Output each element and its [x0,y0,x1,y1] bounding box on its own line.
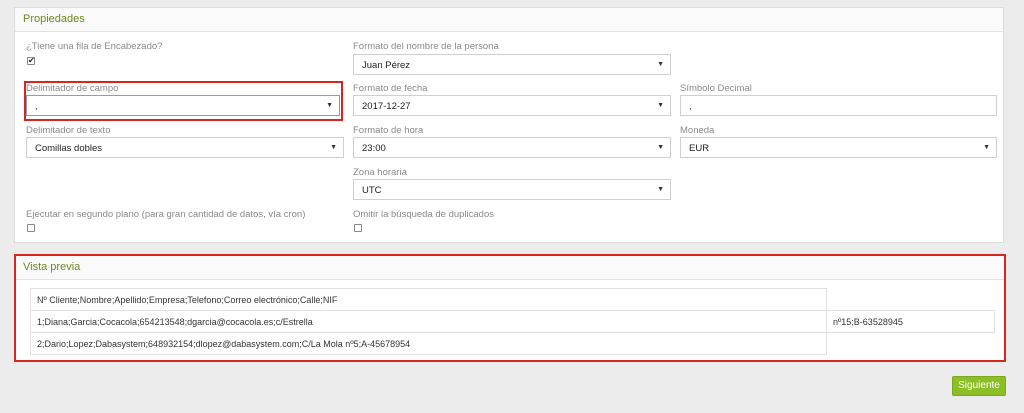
field-delimiter-highlight [24,81,343,121]
date-format-value: 2017-12-27 [362,101,411,112]
properties-title: Propiedades [15,8,1003,32]
time-format-value: 23:00 [362,143,386,154]
currency-select[interactable]: EUR ▼ [680,137,997,158]
timezone-select[interactable]: UTC ▼ [353,179,671,200]
currency-label: Moneda [680,125,715,136]
decimal-symbol-input[interactable]: , [680,95,997,116]
table-row: 2;Dario;Lopez;Dabasystem;648932154;dlope… [30,332,995,355]
text-delimiter-select[interactable]: Comillas dobles ▼ [26,137,344,158]
preview-panel: Vista previa Nº Cliente;Nombre;Apellido;… [14,254,1006,362]
skip-duplicates-label: Omitir la búsqueda de duplicados [353,209,495,220]
properties-panel: Propiedades ¿Tiene una fila de Encabezad… [14,7,1004,243]
chevron-down-icon: ▼ [983,144,990,151]
chevron-down-icon: ▼ [657,186,664,193]
table-cell [827,289,995,311]
text-delimiter-label: Delimitador de texto [26,125,111,136]
name-format-value: Juan Pérez [362,60,411,71]
table-row: 1;Diana;Garcia;Cocacola;654213548;dgarci… [30,310,995,333]
name-format-label: Formato del nombre de la persona [353,41,499,52]
table-row: Nº Cliente;Nombre;Apellido;Empresa;Telef… [30,288,995,311]
time-format-select[interactable]: 23:00 ▼ [353,137,671,158]
timezone-value: UTC [362,185,382,196]
table-cell: 2;Dario;Lopez;Dabasystem;648932154;dlope… [30,332,827,355]
skip-duplicates-checkbox[interactable] [354,224,362,232]
table-cell [827,333,995,355]
header-row-checkbox[interactable] [27,55,35,67]
next-button[interactable]: Siguiente [952,376,1006,396]
decimal-symbol-label: Símbolo Decimal [680,83,752,94]
table-cell: Nº Cliente;Nombre;Apellido;Empresa;Telef… [30,288,827,311]
text-delimiter-value: Comillas dobles [35,143,103,154]
table-cell: 1;Diana;Garcia;Cocacola;654213548;dgarci… [30,310,827,333]
preview-title: Vista previa [16,256,1004,280]
chevron-down-icon: ▼ [657,144,664,151]
chevron-down-icon: ▼ [657,61,664,68]
decimal-symbol-value: , [689,101,692,112]
currency-value: EUR [689,143,710,154]
name-format-select[interactable]: Juan Pérez ▼ [353,54,671,75]
chevron-down-icon: ▼ [657,102,664,109]
preview-table: Nº Cliente;Nombre;Apellido;Empresa;Telef… [30,288,995,355]
chevron-down-icon: ▼ [330,144,337,151]
table-cell: nº15;B-63528945 [826,310,995,333]
date-format-label: Formato de fecha [353,83,428,94]
background-run-checkbox[interactable] [27,224,35,232]
time-format-label: Formato de hora [353,125,424,136]
timezone-label: Zona horaria [353,167,407,178]
header-row-label: ¿Tiene una fila de Encabezado? [26,41,163,52]
date-format-select[interactable]: 2017-12-27 ▼ [353,95,671,116]
background-run-label: Ejecutar en segundo plano (para gran can… [26,209,306,220]
